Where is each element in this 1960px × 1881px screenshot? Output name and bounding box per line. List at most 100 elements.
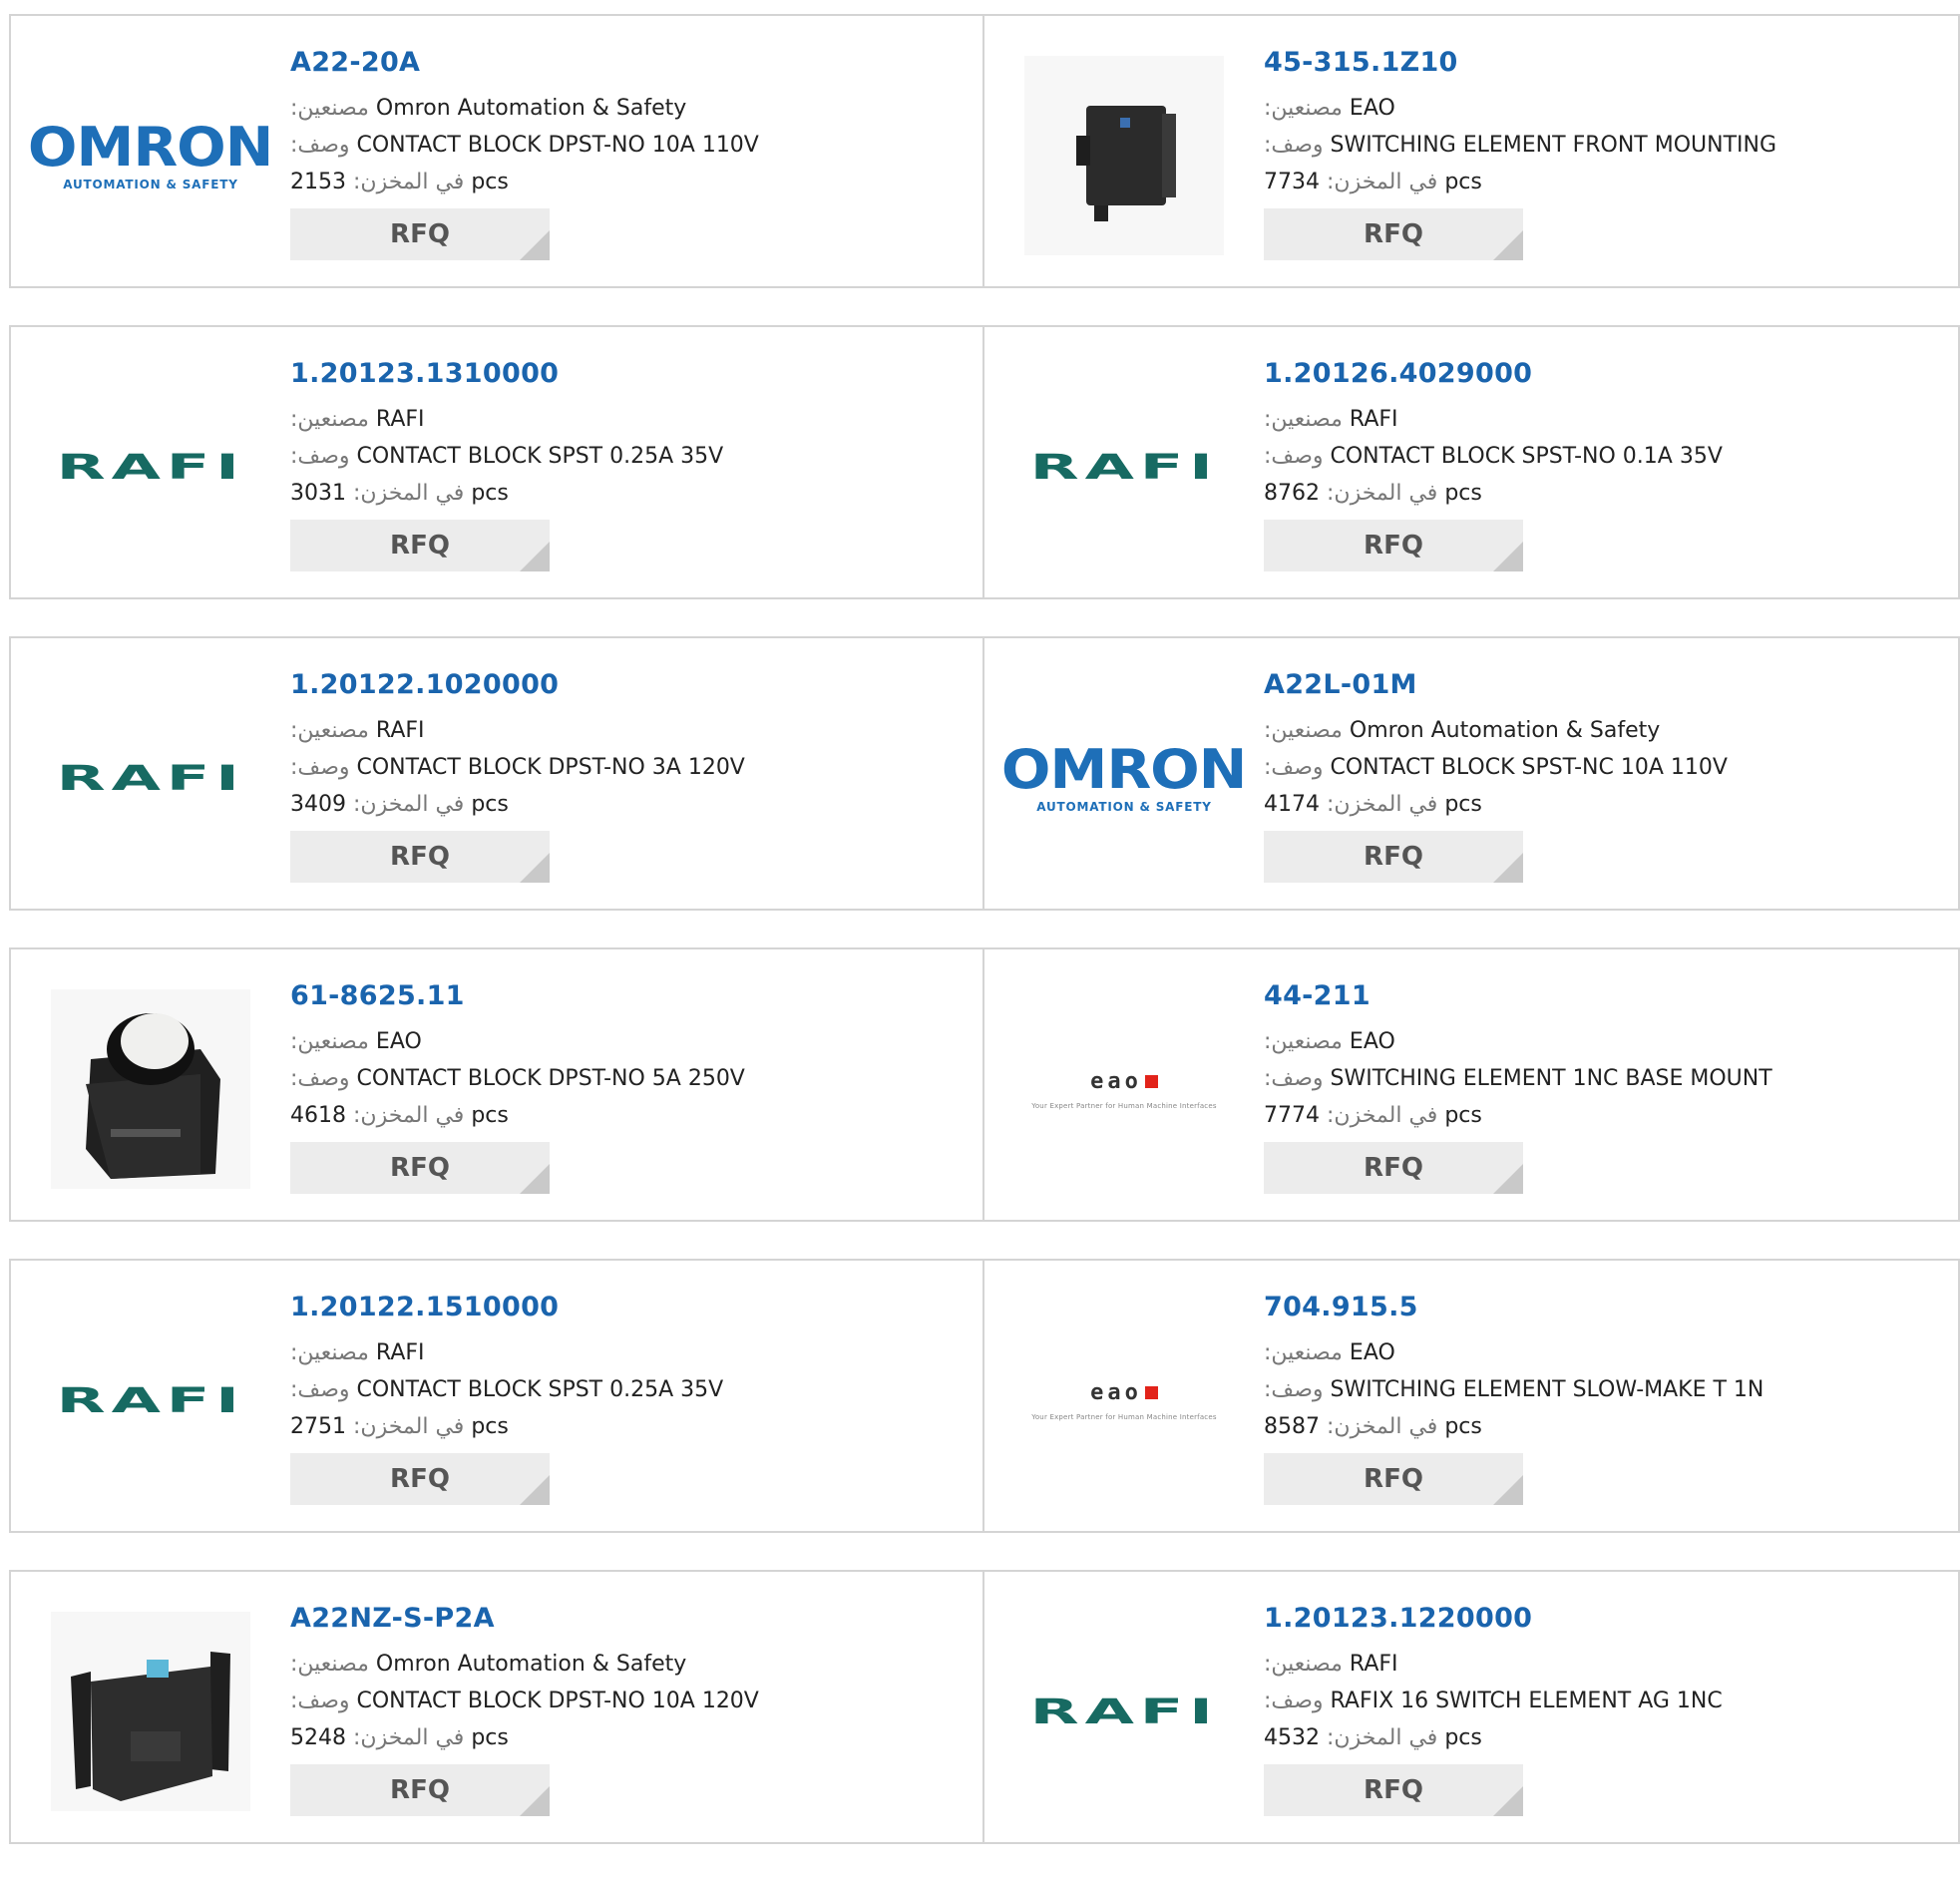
product-info: 1.20122.1020000 :مصنعين RAFI :وصف CONTAC…	[290, 668, 969, 883]
manufacturer-row: :مصنعين RAFI	[290, 1334, 969, 1371]
description-row: :وصف RAFIX 16 SWITCH ELEMENT AG 1NC	[1264, 1683, 1942, 1719]
stock-label: :في المخزن	[1327, 481, 1438, 506]
rfq-button[interactable]: RFQ	[1264, 1453, 1523, 1505]
part-number-link[interactable]: A22L-01M	[1264, 668, 1942, 702]
rfq-button[interactable]: RFQ	[1264, 1142, 1523, 1194]
logo-wordmark: OMRON	[1001, 738, 1248, 801]
product-image[interactable]: RAFI	[1024, 1612, 1224, 1811]
part-number-link[interactable]: A22NZ-S-P2A	[290, 1602, 969, 1636]
product-info: 704.915.5 :مصنعين EAO :وصف SWITCHING ELE…	[1264, 1291, 1942, 1505]
description-label: :وصف	[1264, 133, 1324, 158]
rfq-button[interactable]: RFQ	[1264, 208, 1523, 260]
product-image[interactable]: OMRON AUTOMATION & SAFETY	[1001, 678, 1248, 878]
description-row: :وصف CONTACT BLOCK DPST-NO 10A 120V	[290, 1683, 969, 1719]
description-label: :وصف	[1264, 444, 1324, 469]
product-image[interactable]: eao Your Expert Partner for Human Machine…	[1024, 989, 1224, 1189]
stock-label: :في المخزن	[1327, 1725, 1438, 1750]
rfq-button[interactable]: RFQ	[1264, 1764, 1523, 1816]
stock-value: 2153	[290, 170, 346, 194]
rfq-label: RFQ	[1364, 842, 1423, 872]
manufacturer-value: EAO	[1349, 1340, 1395, 1365]
part-number-link[interactable]: 1.20122.1510000	[290, 1291, 969, 1324]
part-number-link[interactable]: 1.20123.1220000	[1264, 1602, 1942, 1636]
stock-unit: pcs	[1444, 1414, 1482, 1439]
description-label: :وصف	[290, 1689, 350, 1713]
stock-unit: pcs	[1444, 170, 1482, 194]
description-label: :وصف	[290, 133, 350, 158]
rfq-button[interactable]: RFQ	[1264, 520, 1523, 571]
rfq-button[interactable]: RFQ	[290, 520, 550, 571]
a22nz-block-photo-icon	[51, 1612, 250, 1811]
part-number-link[interactable]: 1.20122.1020000	[290, 668, 969, 702]
product-image[interactable]	[51, 989, 250, 1189]
description-row: :وصف SWITCHING ELEMENT FRONT MOUNTING	[1264, 127, 1942, 164]
logo-wordmark: RAFI	[1029, 447, 1219, 487]
stock-value: 8587	[1264, 1414, 1320, 1439]
rfq-button[interactable]: RFQ	[290, 1453, 550, 1505]
part-number-link[interactable]: 704.915.5	[1264, 1291, 1942, 1324]
product-image[interactable]: RAFI	[51, 1301, 250, 1500]
rfq-label: RFQ	[390, 1464, 450, 1494]
part-number-link[interactable]: 1.20126.4029000	[1264, 357, 1942, 391]
stock-unit: pcs	[1444, 792, 1482, 817]
part-number-link[interactable]: 45-315.1Z10	[1264, 46, 1942, 80]
stock-label: :في المخزن	[353, 1414, 465, 1439]
corner-triangle-icon	[520, 542, 550, 571]
manufacturer-row: :مصنعين Omron Automation & Safety	[290, 90, 969, 127]
rafi-logo: RAFI	[1029, 1687, 1212, 1737]
rafi-logo: RAFI	[56, 442, 238, 493]
description-label: :وصف	[1264, 1689, 1324, 1713]
product-info: 61-8625.11 :مصنعين EAO :وصف CONTACT BLOC…	[290, 979, 969, 1194]
rafi-logo: RAFI	[56, 753, 238, 804]
rfq-button[interactable]: RFQ	[290, 831, 550, 883]
product-card: OMRON AUTOMATION & SAFETY A22L-01M :مصنعي…	[984, 636, 1960, 911]
product-image[interactable]: RAFI	[51, 367, 250, 566]
product-info: 45-315.1Z10 :مصنعين EAO :وصف SWITCHING E…	[1264, 46, 1942, 260]
omron-logo: OMRON AUTOMATION & SAFETY	[28, 121, 274, 191]
product-image[interactable]	[1024, 56, 1224, 255]
rfq-button[interactable]: RFQ	[1264, 831, 1523, 883]
manufacturer-value: Omron Automation & Safety	[1349, 718, 1661, 743]
product-image[interactable]: OMRON AUTOMATION & SAFETY	[28, 56, 274, 255]
rfq-button[interactable]: RFQ	[290, 208, 550, 260]
manufacturer-row: :مصنعين Omron Automation & Safety	[290, 1646, 969, 1683]
logo-tagline: Your Expert Partner for Human Machine In…	[1031, 1412, 1217, 1421]
description-value: CONTACT BLOCK SPST-NO 0.1A 35V	[1330, 444, 1723, 469]
stock-label: :في المخزن	[353, 1103, 465, 1128]
manufacturer-value: RAFI	[1349, 407, 1398, 432]
logo-wordmark: RAFI	[56, 1380, 245, 1420]
description-label: :وصف	[290, 444, 350, 469]
logo-tagline: AUTOMATION & SAFETY	[63, 178, 238, 191]
corner-triangle-icon	[1493, 1164, 1523, 1194]
product-image[interactable]: RAFI	[51, 678, 250, 878]
description-value: CONTACT BLOCK SPST-NC 10A 110V	[1330, 755, 1728, 780]
corner-triangle-icon	[520, 1164, 550, 1194]
corner-triangle-icon	[520, 1786, 550, 1816]
rfq-button[interactable]: RFQ	[290, 1764, 550, 1816]
description-value: CONTACT BLOCK DPST-NO 10A 110V	[356, 133, 759, 158]
manufacturer-value: EAO	[375, 1029, 422, 1054]
product-row: RAFI 1.20123.1310000 :مصنعين RAFI :وصف C…	[9, 325, 1960, 599]
product-info: 1.20123.1220000 :مصنعين RAFI :وصف RAFIX …	[1264, 1602, 1942, 1816]
description-value: SWITCHING ELEMENT FRONT MOUNTING	[1330, 133, 1777, 158]
description-row: :وصف CONTACT BLOCK DPST-NO 10A 110V	[290, 127, 969, 164]
manufacturer-row: :مصنعين EAO	[290, 1023, 969, 1060]
part-number-link[interactable]: 1.20123.1310000	[290, 357, 969, 391]
manufacturer-value: RAFI	[1349, 1652, 1398, 1677]
product-image[interactable]: RAFI	[1024, 367, 1224, 566]
stock-label: :في المخزن	[1327, 1103, 1438, 1128]
rfq-label: RFQ	[1364, 1464, 1423, 1494]
part-number-link[interactable]: A22-20A	[290, 46, 969, 80]
stock-unit: pcs	[471, 481, 509, 506]
part-number-link[interactable]: 44-211	[1264, 979, 1942, 1013]
product-image[interactable]: eao Your Expert Partner for Human Machine…	[1024, 1301, 1224, 1500]
rfq-button[interactable]: RFQ	[290, 1142, 550, 1194]
part-number-link[interactable]: 61-8625.11	[290, 979, 969, 1013]
product-image[interactable]	[51, 1612, 250, 1811]
description-value: CONTACT BLOCK SPST 0.25A 35V	[356, 444, 724, 469]
product-card: A22NZ-S-P2A :مصنعين Omron Automation & S…	[9, 1570, 984, 1844]
stock-label: :في المخزن	[1327, 792, 1438, 817]
description-label: :وصف	[290, 1377, 350, 1402]
description-row: :وصف CONTACT BLOCK DPST-NO 5A 250V	[290, 1060, 969, 1097]
omron-logo: OMRON AUTOMATION & SAFETY	[1001, 743, 1248, 814]
